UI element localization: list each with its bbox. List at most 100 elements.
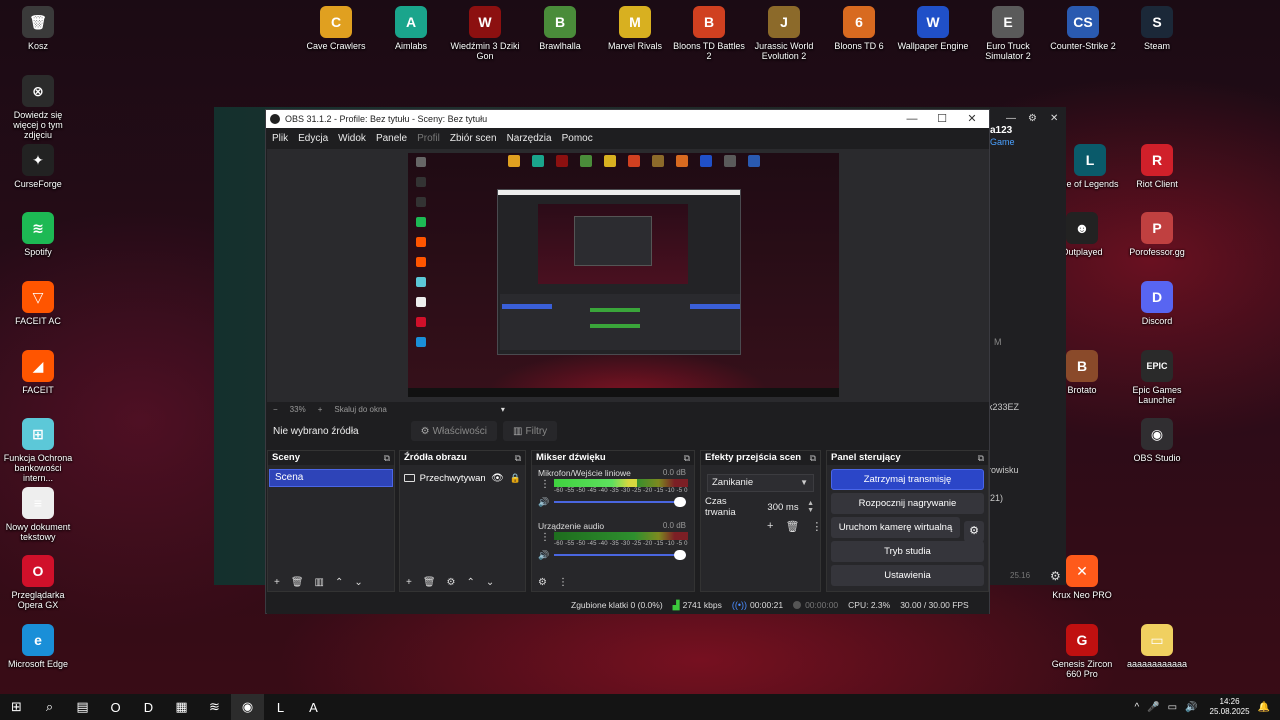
zoom-in-button[interactable]: + <box>318 405 323 414</box>
channel-menu-icon[interactable]: ⋮ <box>540 479 550 490</box>
dock-popout-icon[interactable]: ⧉ <box>684 451 690 465</box>
desktop-icon-counter-strike-2[interactable]: CS Counter-Strike 2 <box>1045 6 1121 51</box>
background-app-gear-icon[interactable]: ⚙ <box>1050 569 1061 583</box>
menu-narzedzia[interactable]: Narzędzia <box>507 133 552 144</box>
zoom-out-button[interactable]: − <box>273 405 278 414</box>
volume-slider-handle[interactable] <box>674 497 686 507</box>
menu-plik[interactable]: Plik <box>272 133 288 144</box>
maximize-button[interactable]: ☐ <box>927 110 957 128</box>
lock-icon[interactable]: 🔒 <box>510 473 521 484</box>
preview-area[interactable] <box>267 149 989 402</box>
taskbar-league-of-legends-icon[interactable]: L <box>264 694 297 720</box>
desktop-icon-obs-studio[interactable]: ◉ OBS Studio <box>1119 418 1195 463</box>
desktop-icon-euro-truck-simulator-2[interactable]: E Euro Truck Simulator 2 <box>970 6 1046 61</box>
speaker-icon[interactable]: 🔊 <box>538 497 549 508</box>
studio-mode-button[interactable]: Tryb studia <box>831 541 984 562</box>
clock[interactable]: 14:26 25.08.2025 <box>1210 697 1250 717</box>
zoom-dropdown-icon[interactable]: ▾ <box>501 405 505 414</box>
desktop-icon-kosz[interactable]: 🗑 Kosz <box>0 6 76 51</box>
taskbar-file-explorer-icon[interactable]: ▤ <box>66 694 99 720</box>
background-app-settings-icon[interactable]: ⚙ <box>1028 113 1037 124</box>
volume-slider[interactable] <box>554 550 686 560</box>
add-transition-button[interactable]: + <box>767 520 773 533</box>
menu-panele[interactable]: Panele <box>376 133 407 144</box>
desktop-icon-porofessor-gg[interactable]: P Porofessor.gg <box>1119 212 1195 257</box>
desktop-icon-nowy-dokument-tekstowy[interactable]: ≡ Nowy dokument tekstowy <box>0 487 76 542</box>
menu-widok[interactable]: Widok <box>338 133 366 144</box>
mixer-settings-icon[interactable]: ⚙ <box>538 577 547 588</box>
minimize-button[interactable]: — <box>897 110 927 128</box>
background-app-close[interactable]: ✕ <box>1050 113 1058 124</box>
start-virtual-camera-button[interactable]: Uruchom kamerę wirtualną <box>831 517 960 538</box>
mixer-menu-icon[interactable]: ⋮ <box>558 577 568 588</box>
move-up-button[interactable]: ⌃ <box>335 577 343 588</box>
stop-streaming-button[interactable]: Zatrzymaj transmisję <box>831 469 984 490</box>
desktop-icon-marvel-rivals[interactable]: M Marvel Rivals <box>597 6 673 51</box>
taskbar-search-icon[interactable]: ⌕ <box>33 694 66 720</box>
desktop-icon-discord[interactable]: D Discord <box>1119 281 1195 326</box>
desktop-icon-bloons-td-battles-2[interactable]: B Bloons TD Battles 2 <box>671 6 747 61</box>
filters-button[interactable]: ▥ Filtry <box>503 421 558 441</box>
properties-button[interactable]: ⚙ Właściwości <box>410 421 498 441</box>
transition-menu-icon[interactable]: ⋮ <box>811 520 822 533</box>
settings-button[interactable]: Ustawienia <box>831 565 984 586</box>
remove-transition-button[interactable]: 🗑 <box>785 520 799 533</box>
microphone-icon[interactable]: 🎤 <box>1147 702 1159 713</box>
desktop-icon-wiedzmin-3-dziki-gon[interactable]: W Wiedźmin 3 Dziki Gon <box>447 6 523 61</box>
duration-stepper[interactable]: ▲ ▼ <box>807 500 814 514</box>
taskbar-discord-icon[interactable]: D <box>132 694 165 720</box>
eye-icon[interactable]: 👁 <box>491 473 504 484</box>
desktop-icon-jurassic-world-evolution-2[interactable]: J Jurassic World Evolution 2 <box>746 6 822 61</box>
scale-to-window[interactable]: Skaluj do okna <box>334 405 386 414</box>
desktop-icon-aimlabs[interactable]: A Aimlabs <box>373 6 449 51</box>
move-up-button[interactable]: ⌃ <box>467 577 475 588</box>
desktop-icon-riot-client[interactable]: R Riot Client <box>1119 144 1195 189</box>
remove-scene-button[interactable]: 🗑 <box>291 577 304 588</box>
desktop-icon-faceit-ac[interactable]: ▽ FACEIT AC <box>0 281 76 326</box>
desktop-icon-wallpaper-engine[interactable]: W Wallpaper Engine <box>895 6 971 51</box>
scene-filters-button[interactable]: ▥ <box>315 577 324 588</box>
taskbar-obs-studio-icon[interactable]: ◉ <box>231 694 264 720</box>
volume-slider[interactable] <box>554 497 686 507</box>
menu-pomoc[interactable]: Pomoc <box>562 133 593 144</box>
source-settings-button[interactable]: ⚙ <box>447 577 456 588</box>
desktop-icon-bloons-td-6[interactable]: 6 Bloons TD 6 <box>821 6 897 51</box>
volume-icon[interactable]: 🔊 <box>1185 702 1197 713</box>
desktop-icon-genesis-zircon-660-pro[interactable]: G Genesis Zircon 660 Pro <box>1044 624 1120 679</box>
speaker-icon[interactable]: 🔊 <box>538 550 549 561</box>
desktop-icon-steam[interactable]: S Steam <box>1119 6 1195 51</box>
network-icon[interactable]: ▭ <box>1168 702 1177 713</box>
notifications-icon[interactable]: 🔔 <box>1258 702 1270 713</box>
menu-profil[interactable]: Profil <box>417 133 440 144</box>
menu-zbior-scen[interactable]: Zbiór scen <box>450 133 497 144</box>
desktop-icon-spotify[interactable]: ≋ Spotify <box>0 212 76 257</box>
dock-popout-icon[interactable]: ⧉ <box>978 451 984 465</box>
channel-menu-icon[interactable]: ⋮ <box>540 532 550 543</box>
desktop-icon-przegladarka-opera-gx[interactable]: O Przeglądarka Opera GX <box>0 555 76 610</box>
desktop-icon-brawlhalla[interactable]: B Brawlhalla <box>522 6 598 51</box>
tray-chevron-icon[interactable]: ^ <box>1134 702 1139 713</box>
desktop-icon-funkcja-ochrona-bankowosci-intern[interactable]: ⊞ Funkcja Ochrona bankowości intern... <box>0 418 76 483</box>
dock-popout-icon[interactable]: ⧉ <box>515 451 521 465</box>
background-app-minimize[interactable]: — <box>1006 113 1016 124</box>
desktop-icon-epic-games-launcher[interactable]: EPIC Epic Games Launcher <box>1119 350 1195 405</box>
desktop-icon-faceit[interactable]: ◢ FACEIT <box>0 350 76 395</box>
desktop-icon-cave-crawlers[interactable]: C Cave Crawlers <box>298 6 374 51</box>
taskbar-app-icon[interactable]: ▦ <box>165 694 198 720</box>
taskbar-aimlabs-icon[interactable]: A <box>297 694 330 720</box>
virtual-camera-settings-icon[interactable]: ⚙ <box>964 521 984 542</box>
taskbar-spotify-icon[interactable]: ≋ <box>198 694 231 720</box>
dock-popout-icon[interactable]: ⧉ <box>810 451 816 465</box>
add-source-button[interactable]: + <box>406 577 412 588</box>
transition-select[interactable]: Zanikanie ▼ <box>707 474 814 492</box>
move-down-button[interactable]: ⌄ <box>486 577 494 588</box>
preview-canvas[interactable] <box>408 153 839 397</box>
move-down-button[interactable]: ⌄ <box>354 577 362 588</box>
desktop-icon-curseforge[interactable]: ✦ CurseForge <box>0 144 76 189</box>
source-item[interactable]: Przechwytywanie 👁 🔒 <box>404 471 521 485</box>
taskbar-start-icon[interactable]: ⊞ <box>0 694 33 720</box>
menu-edycja[interactable]: Edycja <box>298 133 328 144</box>
desktop-icon-dowiedz-sie-wiecej-o-tym-zdjeciu[interactable]: ⊗ Dowiedz się więcej o tym zdjęciu <box>0 75 76 140</box>
volume-slider-handle[interactable] <box>674 550 686 560</box>
remove-source-button[interactable]: 🗑 <box>423 577 436 588</box>
